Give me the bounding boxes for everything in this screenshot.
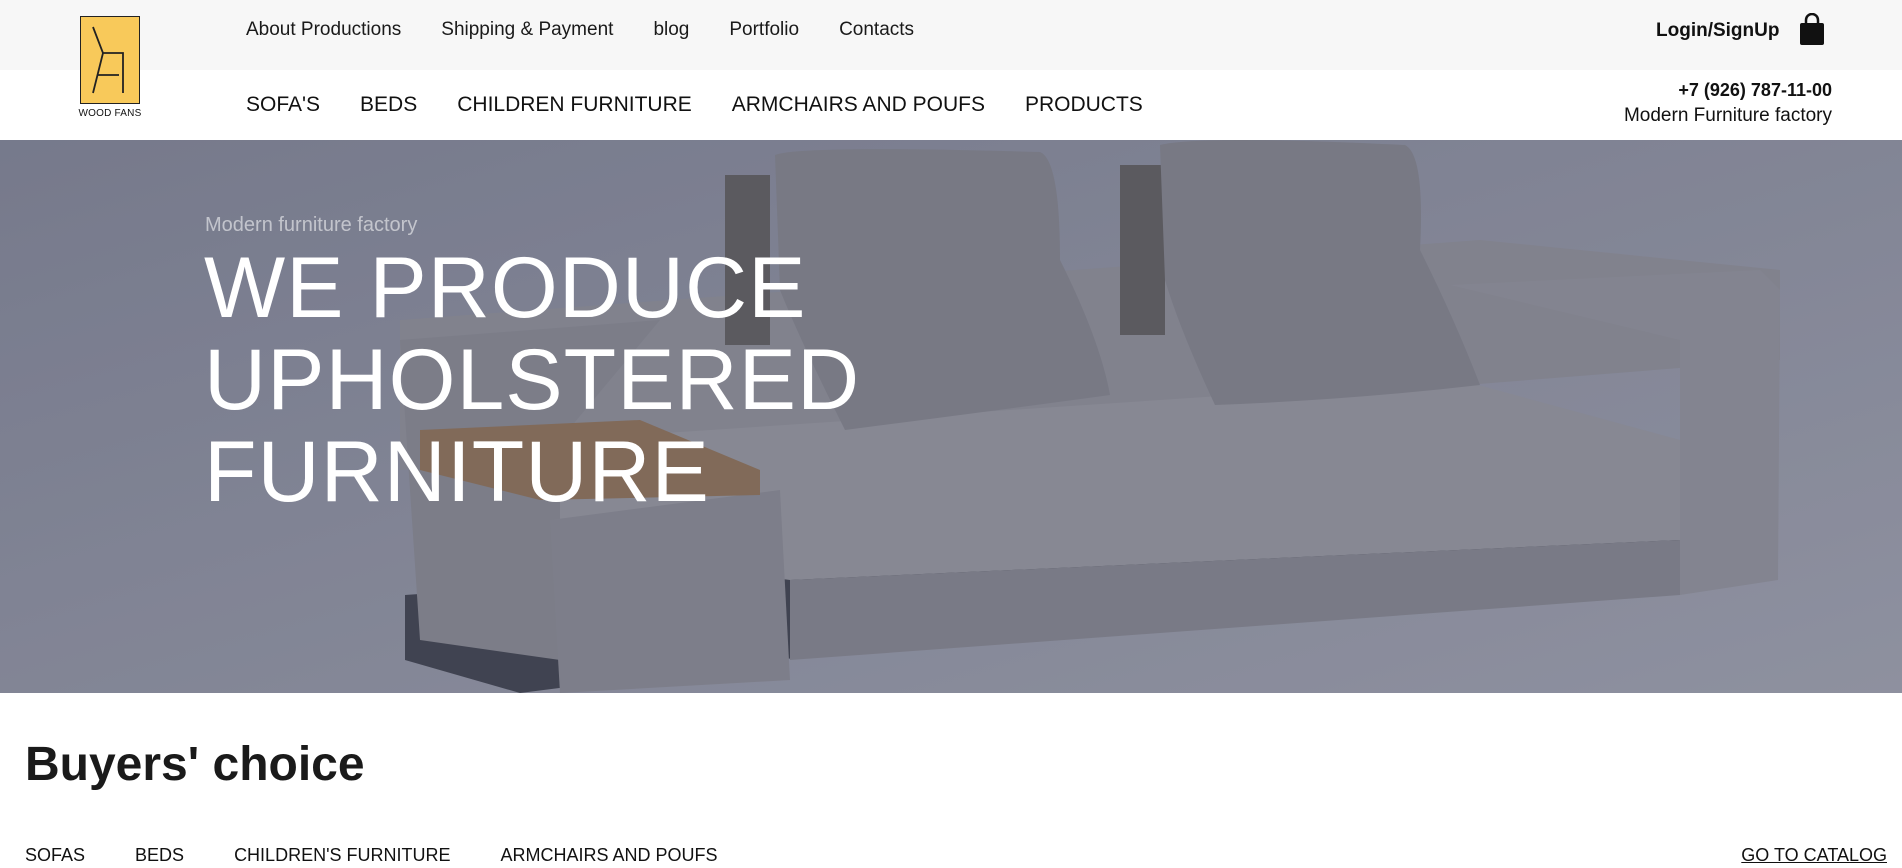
- main-menu-products[interactable]: PRODUCTS: [1025, 93, 1143, 117]
- tab-beds[interactable]: BEDS: [135, 845, 184, 866]
- top-menu-blog[interactable]: blog: [653, 19, 689, 41]
- buyers-choice-title: Buyers' choice: [25, 738, 365, 791]
- main-menu-sofas[interactable]: SOFA'S: [246, 93, 320, 117]
- tab-childrens-furniture[interactable]: CHILDREN'S FURNITURE: [234, 845, 450, 866]
- main-menu-beds[interactable]: BEDS: [360, 93, 417, 117]
- main-menu-armchairs[interactable]: ARMCHAIRS AND POUFS: [732, 93, 985, 117]
- hero-title-line: UPHOLSTERED: [204, 332, 861, 428]
- factory-label: Modern Furniture factory: [1623, 105, 1832, 126]
- top-menu-about[interactable]: About Productions: [246, 19, 401, 41]
- tab-sofas[interactable]: SOFAS: [25, 845, 85, 866]
- hero-title: WE PRODUCE UPHOLSTERED FURNITURE: [204, 242, 860, 518]
- top-menu-contacts[interactable]: Contacts: [839, 19, 914, 41]
- hero-banner: Modern furniture factory WE PRODUCE UPHO…: [0, 140, 1902, 693]
- logo-chair-icon: [80, 16, 140, 104]
- phone-number[interactable]: +7 (926) 787-11-00: [1678, 80, 1832, 101]
- main-menu: SOFA'S BEDS CHILDREN FURNITURE ARMCHAIRS…: [246, 93, 1143, 117]
- go-to-catalog-link[interactable]: GO TO CATALOG: [1741, 845, 1887, 866]
- hero-title-line: FURNITURE: [204, 424, 710, 520]
- main-menu-children[interactable]: CHILDREN FURNITURE: [457, 93, 692, 117]
- login-signup-link[interactable]: Login/SignUp: [1656, 20, 1779, 42]
- logo-text: WOOD FANS: [78, 108, 142, 119]
- top-menu-portfolio[interactable]: Portfolio: [729, 19, 799, 41]
- hero-subtitle: Modern furniture factory: [205, 214, 418, 236]
- shopping-bag-icon[interactable]: [1798, 12, 1826, 47]
- top-menu: About Productions Shipping & Payment blo…: [246, 19, 914, 41]
- top-menu-shipping[interactable]: Shipping & Payment: [441, 19, 613, 41]
- tab-armchairs-and-poufs[interactable]: ARMCHAIRS AND POUFS: [501, 845, 718, 866]
- hero-title-line: WE PRODUCE: [204, 240, 807, 336]
- logo[interactable]: WOOD FANS: [78, 16, 142, 119]
- buyers-choice-tabs: SOFAS BEDS CHILDREN'S FURNITURE ARMCHAIR…: [25, 845, 718, 866]
